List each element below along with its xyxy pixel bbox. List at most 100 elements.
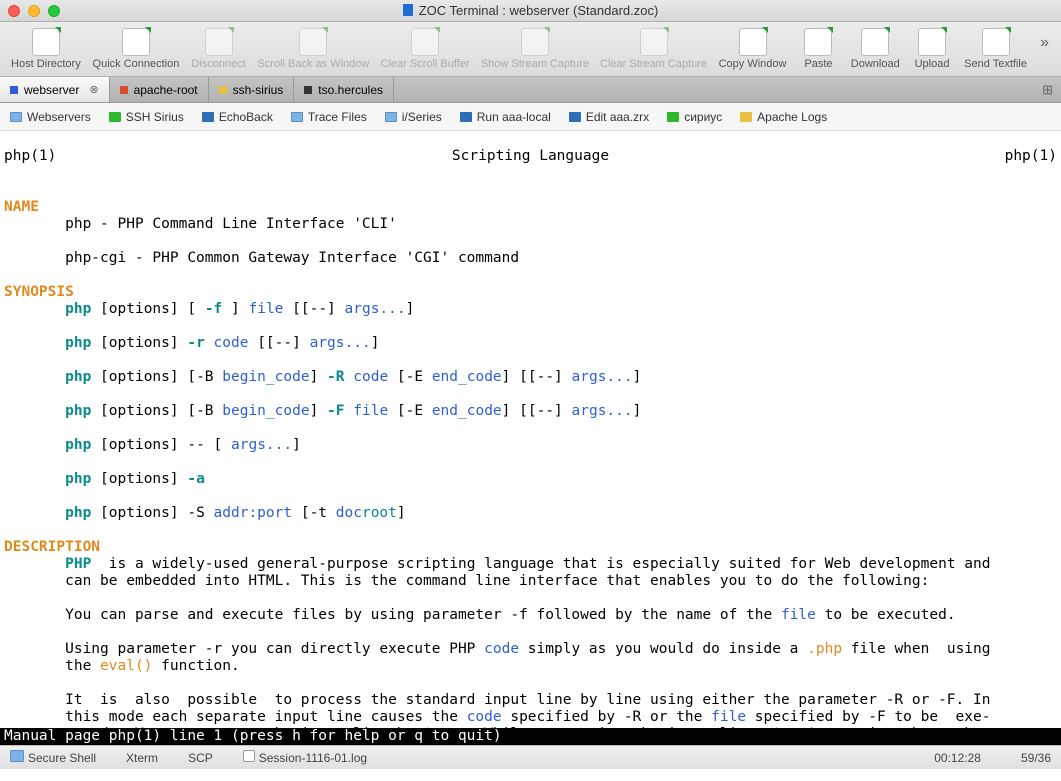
toolbar-icon xyxy=(982,28,1010,56)
name-line-1: php - PHP Command Line Interface 'CLI' xyxy=(4,216,397,232)
section-name: NAME xyxy=(4,199,39,215)
tab-apache-root[interactable]: apache-root xyxy=(110,77,209,102)
bookmark-label: Edit aaa.zrx xyxy=(586,110,649,124)
tab-label: ssh-sirius xyxy=(233,83,284,97)
toolbar-label: Clear Stream Capture xyxy=(600,58,707,70)
tab-close-icon[interactable]: ⊗ xyxy=(89,83,98,96)
toolbar-icon xyxy=(32,28,60,56)
status-dot-icon xyxy=(740,112,752,122)
synopsis-line: php [options] [ -f ] file [[--] args...] xyxy=(4,301,414,317)
bookmark-сириус[interactable]: сириус xyxy=(667,110,722,124)
toolbar-label: Scroll Back as Window xyxy=(257,58,369,70)
toolbar-icon xyxy=(411,28,439,56)
tab-bar: webserver ⊗ apache-root ssh-sirius tso.hercu… xyxy=(0,77,1061,103)
description-line: You can parse and execute files by using… xyxy=(4,607,956,623)
terminal-view[interactable]: php(1) Scripting Language php(1) NAME php … xyxy=(0,131,1061,728)
bookmark-label: i/Series xyxy=(402,110,442,124)
toolbar-icon xyxy=(918,28,946,56)
bookmark-trace-files[interactable]: Trace Files xyxy=(291,110,367,124)
bookmark-label: сириус xyxy=(684,110,722,124)
connection-icon xyxy=(10,750,24,762)
bookmark-label: SSH Sirius xyxy=(126,110,184,124)
name-line-2: php-cgi - PHP Common Gateway Interface '… xyxy=(4,250,519,266)
toolbar-paste-button[interactable]: Paste xyxy=(793,26,843,72)
status-bar: Secure Shell Xterm SCP Session-1116-01.l… xyxy=(0,745,1061,769)
folder-icon xyxy=(291,112,303,122)
status-dot-icon xyxy=(460,112,472,122)
toolbar-label: Host Directory xyxy=(11,58,81,70)
bookmark-label: Trace Files xyxy=(308,110,367,124)
bookmark-i/series[interactable]: i/Series xyxy=(385,110,442,124)
toolbar-clear-stream-capture-button: Clear Stream Capture xyxy=(596,26,712,72)
synopsis-line: php [options] -- [ args...] xyxy=(4,437,301,453)
man-header-center: Scripting Language xyxy=(452,148,609,165)
protocol: SCP xyxy=(188,751,213,765)
toolbar-disconnect-button: Disconnect xyxy=(186,26,251,72)
status-dot-icon xyxy=(202,112,214,122)
window-title-text: ZOC Terminal : webserver (Standard.zoc) xyxy=(419,3,659,18)
description-line: Using parameter -r you can directly exec… xyxy=(4,641,990,657)
bookmark-apache-logs[interactable]: Apache Logs xyxy=(740,110,827,124)
bookmark-run-aaa-local[interactable]: Run aaa-local xyxy=(460,110,551,124)
toolbar-show-stream-capture-button: Show Stream Capture xyxy=(476,26,593,72)
bookmark-edit-aaa.zrx[interactable]: Edit aaa.zrx xyxy=(569,110,649,124)
status-dot-icon xyxy=(109,112,121,122)
toolbar-icon xyxy=(804,28,832,56)
window-controls xyxy=(8,5,60,17)
titlebar: ZOC Terminal : webserver (Standard.zoc) xyxy=(0,0,1061,22)
synopsis-line: php [options] -a xyxy=(4,471,205,487)
synopsis-line: php [options] -S addr:port [-t docroot] xyxy=(4,505,406,521)
bookmark-webservers[interactable]: Webservers xyxy=(10,110,91,124)
folder-icon xyxy=(385,112,397,122)
description-line: this mode each separate input line cause… xyxy=(4,709,990,725)
tab-label: apache-root xyxy=(134,83,198,97)
elapsed-time: 00:12:28 xyxy=(934,751,981,765)
toolbar-label: Clear Scroll Buffer xyxy=(381,58,470,70)
toolbar-overflow-button[interactable]: » xyxy=(1034,26,1055,60)
folder-icon xyxy=(10,112,22,122)
man-header-left: php(1) xyxy=(4,148,56,165)
bookmark-label: Apache Logs xyxy=(757,110,827,124)
toolbar-quick-connection-button[interactable]: Quick Connection xyxy=(88,26,184,72)
description-line: can be embedded into HTML. This is the c… xyxy=(4,573,929,589)
synopsis-line: php [options] [-B begin_code] -F file [-… xyxy=(4,403,641,419)
toolbar-copy-window-button[interactable]: Copy Window xyxy=(714,26,792,72)
bookmark-label: Run aaa-local xyxy=(477,110,551,124)
minimize-window-button[interactable] xyxy=(28,5,40,17)
pager-status-line: Manual page php(1) line 1 (press h for h… xyxy=(0,728,1061,745)
toolbar-send-textfile-button[interactable]: Send Textfile xyxy=(959,26,1032,72)
close-window-button[interactable] xyxy=(8,5,20,17)
tab-label: webserver xyxy=(24,83,79,97)
toolbar-label: Upload xyxy=(915,58,950,70)
section-synopsis: SYNOPSIS xyxy=(4,284,74,300)
tab-grid-button[interactable]: ⊞ xyxy=(1034,77,1061,102)
tab-tso-hercules[interactable]: tso.hercules xyxy=(294,77,394,102)
toolbar-icon xyxy=(739,28,767,56)
man-header-right: php(1) xyxy=(1005,148,1057,165)
toolbar-label: Copy Window xyxy=(719,58,787,70)
tab-color-icon xyxy=(219,86,227,94)
tab-color-icon xyxy=(10,86,18,94)
bookmark-label: Webservers xyxy=(27,110,91,124)
toolbar-download-button[interactable]: Download xyxy=(845,26,905,72)
toolbar-icon xyxy=(861,28,889,56)
bookmark-ssh-sirius[interactable]: SSH Sirius xyxy=(109,110,184,124)
connection-type: Secure Shell xyxy=(10,750,96,765)
maximize-window-button[interactable] xyxy=(48,5,60,17)
toolbar-label: Disconnect xyxy=(191,58,245,70)
terminal-type: Xterm xyxy=(126,751,158,765)
tab-label: tso.hercules xyxy=(318,83,383,97)
toolbar-label: Send Textfile xyxy=(964,58,1027,70)
toolbar-upload-button[interactable]: Upload xyxy=(907,26,957,72)
tab-webserver[interactable]: webserver ⊗ xyxy=(0,77,110,102)
toolbar-label: Show Stream Capture xyxy=(481,58,589,70)
description-line: PHP is a widely-used general-purpose scr… xyxy=(4,556,990,572)
toolbar-host-directory-button[interactable]: Host Directory xyxy=(6,26,86,72)
status-dot-icon xyxy=(569,112,581,122)
log-checkbox[interactable] xyxy=(243,750,255,762)
log-file[interactable]: Session-1116-01.log xyxy=(243,750,367,765)
tab-ssh-sirius[interactable]: ssh-sirius xyxy=(209,77,295,102)
toolbar-icon xyxy=(299,28,327,56)
toolbar-scroll-back-as-window-button: Scroll Back as Window xyxy=(253,26,374,72)
bookmark-echoback[interactable]: EchoBack xyxy=(202,110,273,124)
